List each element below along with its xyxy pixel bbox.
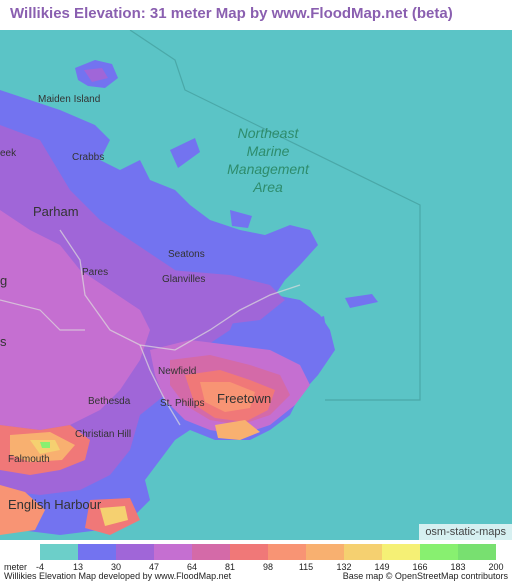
legend-swatch [420,544,458,560]
legend-swatch [78,544,116,560]
legend-swatch [268,544,306,560]
label-s: s [0,334,7,349]
label-crabbs: Crabbs [72,152,104,163]
marine-area-label-line-2: Marine [247,143,290,159]
legend-swatch [382,544,420,560]
label-g: g [0,273,7,288]
elevation-map[interactable]: Northeast Marine Management Area Maiden … [0,30,512,540]
footer-attribution: Base map © OpenStreetMap contributors [342,571,508,581]
label-parham: Parham [33,204,79,219]
label-glanvilles: Glanvilles [162,274,205,285]
label-newfield: Newfield [158,366,196,377]
legend-swatch [192,544,230,560]
legend-swatch [306,544,344,560]
legend-swatch [154,544,192,560]
footer-credit: Willikies Elevation Map developed by www… [4,571,232,581]
label-pares: Pares [82,267,108,278]
marine-area-label-line-1: Northeast [238,125,300,141]
title-bar: Willikies Elevation: 31 meter Map by www… [0,0,512,30]
label-eek: eek [0,148,17,159]
map-canvas: Northeast Marine Management Area Maiden … [0,30,512,540]
label-falmouth: Falmouth [8,454,50,465]
osm-static-maps-badge: osm-static-maps [419,524,512,540]
marine-area-label-line-4: Area [252,179,283,195]
elevation-legend: meter -4 13 30 47 64 81 98 115 132 149 166 183 200 W… [0,540,512,582]
legend-swatch [230,544,268,560]
legend-swatch [344,544,382,560]
page-title: Willikies Elevation: 31 meter Map by www… [10,5,453,22]
label-christian-hill: Christian Hill [75,429,131,440]
legend-swatch [40,544,78,560]
label-bethesda: Bethesda [88,396,131,407]
label-st-philips: St. Philips [160,398,204,409]
label-seatons: Seatons [168,249,205,260]
label-maiden-island: Maiden Island [38,94,100,105]
legend-tick-label: 115 [298,562,314,572]
label-freetown: Freetown [217,391,271,406]
legend-swatch [458,544,496,560]
marine-area-label-line-3: Management [227,161,310,177]
label-english-harbour: English Harbour [8,497,102,512]
legend-swatch [116,544,154,560]
legend-tick-label: 98 [262,562,274,572]
